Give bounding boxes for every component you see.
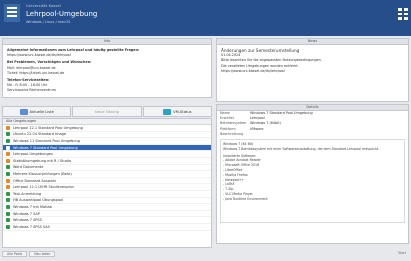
environment-label: Lehrpool 12.1 Standard Pool Umgebung <box>13 125 83 130</box>
detail-field: Beschreibung <box>217 132 408 137</box>
news-lines: Bitte beachten Sie die angepassten Nutzu… <box>221 58 404 74</box>
environment-icon <box>6 165 10 170</box>
environment-label: Windows 7 mit Matlab <box>13 204 52 209</box>
environment-icon <box>6 152 10 157</box>
list-toolbar: Aktuelle Liste Neue Sitzung VM-Status <box>2 106 212 117</box>
environment-icon <box>6 198 10 203</box>
environment-label: Windows 7 Standard Pool Umgebung <box>13 145 78 150</box>
main-content: Info Allgemeine Informationen zum Lehrpo… <box>0 36 411 261</box>
environment-icon <box>6 224 10 229</box>
new-session-label: Neue Sitzung <box>95 109 119 114</box>
app-subtitle: Windows / Linux / macOS <box>26 20 71 24</box>
vm-status-label: VM-Status <box>173 109 192 114</box>
environment-label: HB Auswahlpool Übungspool <box>13 198 64 203</box>
environment-row[interactable]: Test-Anmeldung <box>3 191 211 198</box>
news-line: https://www.uni-kassel.de/its/lehrpool <box>221 68 285 73</box>
environment-row[interactable]: HB Auswahlpool Übungspool <box>3 198 211 205</box>
environment-row[interactable]: Statistikumgebung mit R / Studio <box>3 158 211 165</box>
environment-row[interactable]: Windows 7 SPSS <box>3 217 211 224</box>
environment-label: Test-Anmeldung <box>13 191 42 196</box>
environment-list: Alle Umgebungen Lehrpool 12.1 Standard P… <box>2 118 212 248</box>
environment-label: Windows 7 SPSS <box>13 218 42 223</box>
detail-key: Beschreibung <box>220 131 244 136</box>
university-name: Universität Kassel <box>26 4 61 8</box>
app-title: Lehrpool-Umgebung <box>26 10 98 18</box>
environment-row[interactable]: Lehrpool 12.1 LEHR Studienenplan <box>3 184 211 191</box>
environment-label: Lehrpool-Umgebungen <box>13 152 54 157</box>
vm-status-button[interactable]: VM-Status <box>142 106 212 117</box>
detail-fields: Name Windows 7 Standard Pool Umgebung Erst… <box>217 111 408 137</box>
environment-icon <box>6 191 10 196</box>
environment-icon <box>6 171 10 176</box>
footer-left: Alle Pools Neu laden <box>2 249 212 259</box>
environment-label: Windows 11 Standard Pool Umgebung <box>13 138 80 143</box>
info-panel: Info Allgemeine Informationen zum Lehrpo… <box>2 38 212 98</box>
current-list-button[interactable]: Aktuelle Liste <box>2 106 72 117</box>
environment-row[interactable]: Mehrere Klausurprüfungen (Beta) <box>3 171 211 178</box>
environment-icon <box>6 158 10 163</box>
environment-label: Windows 7 SPSS SAS <box>13 224 50 229</box>
reload-button[interactable]: Neu laden <box>29 251 56 257</box>
environment-icon <box>6 178 10 183</box>
environment-row[interactable]: Windows 11 Standard Pool Umgebung <box>3 138 211 145</box>
list-icon <box>19 108 28 115</box>
all-pools-button[interactable]: Alle Pools <box>2 251 28 257</box>
environment-row[interactable]: Word Dokumente <box>3 165 211 172</box>
environment-label: Mehrere Klausurprüfungen (Beta) <box>13 171 72 176</box>
environment-row[interactable]: Windows 7 Standard Pool Umgebung <box>3 144 211 152</box>
environment-label: Lehrpool 12.1 LEHR Studienenplan <box>13 185 74 190</box>
news-panel: News Änderungen zur Semesterumstellung 0… <box>216 38 409 102</box>
detail-description: Windows 7 (64 Bit) Windows 7 Betriebssyst… <box>220 139 405 224</box>
environment-row[interactable]: Lehrpool 12.1 Standard Pool Umgebung <box>3 125 211 132</box>
description-line: Windows 7 Betriebssystem mit einer Softw… <box>223 146 380 151</box>
environment-row[interactable]: Windows 7 SAP <box>3 211 211 218</box>
current-list-label: Aktuelle Liste <box>29 109 54 114</box>
app-header: Universität Kassel Lehrpool-Umgebung Win… <box>0 0 411 36</box>
info-line: Servicepoint Rechenzentrum <box>7 88 56 93</box>
environment-label: Windows 7 SAP <box>13 211 40 216</box>
environment-label: Word Dokumente <box>13 165 44 170</box>
environment-icon <box>6 125 10 130</box>
environment-icon <box>6 132 10 137</box>
new-session-button[interactable]: Neue Sitzung <box>72 106 142 117</box>
environment-row[interactable]: Ubuntu 22.04 Standard Image <box>3 132 211 139</box>
description-line: - Java Runtime Environment <box>223 196 268 201</box>
grid-menu-icon[interactable] <box>398 8 408 20</box>
detail-value: VMware <box>250 126 264 131</box>
environment-label: Statistikumgebung mit R / Studio <box>13 158 72 163</box>
environment-rows: Lehrpool 12.1 Standard Pool Umgebung Ubun… <box>3 125 211 231</box>
environment-icon <box>6 145 10 150</box>
environment-icon <box>6 211 10 216</box>
environment-row[interactable]: Windows 7 SPSS SAS <box>3 224 211 231</box>
environment-label: Office Standard Auswahl <box>13 178 56 183</box>
environment-icon <box>6 185 10 190</box>
detail-panel: Details Name Windows 7 Standard Pool Umge… <box>216 104 409 244</box>
environment-icon <box>6 204 10 209</box>
news-body: Änderungen zur Semesterumstellung 01.04.… <box>217 45 408 77</box>
environment-row[interactable]: Lehrpool-Umgebungen <box>3 151 211 158</box>
university-logo-icon <box>4 4 20 22</box>
environment-row[interactable]: Office Standard Auswahl <box>3 178 211 185</box>
environment-row[interactable]: Windows 7 mit Matlab <box>3 204 211 211</box>
environment-icon <box>6 138 10 143</box>
info-text: Allgemeine Informationen zum Lehrpool un… <box>3 45 211 97</box>
environment-label: Ubuntu 22.04 Standard Image <box>13 132 67 137</box>
monitor-icon <box>163 108 172 115</box>
environment-icon <box>6 218 10 223</box>
start-link[interactable]: Start <box>216 248 409 258</box>
